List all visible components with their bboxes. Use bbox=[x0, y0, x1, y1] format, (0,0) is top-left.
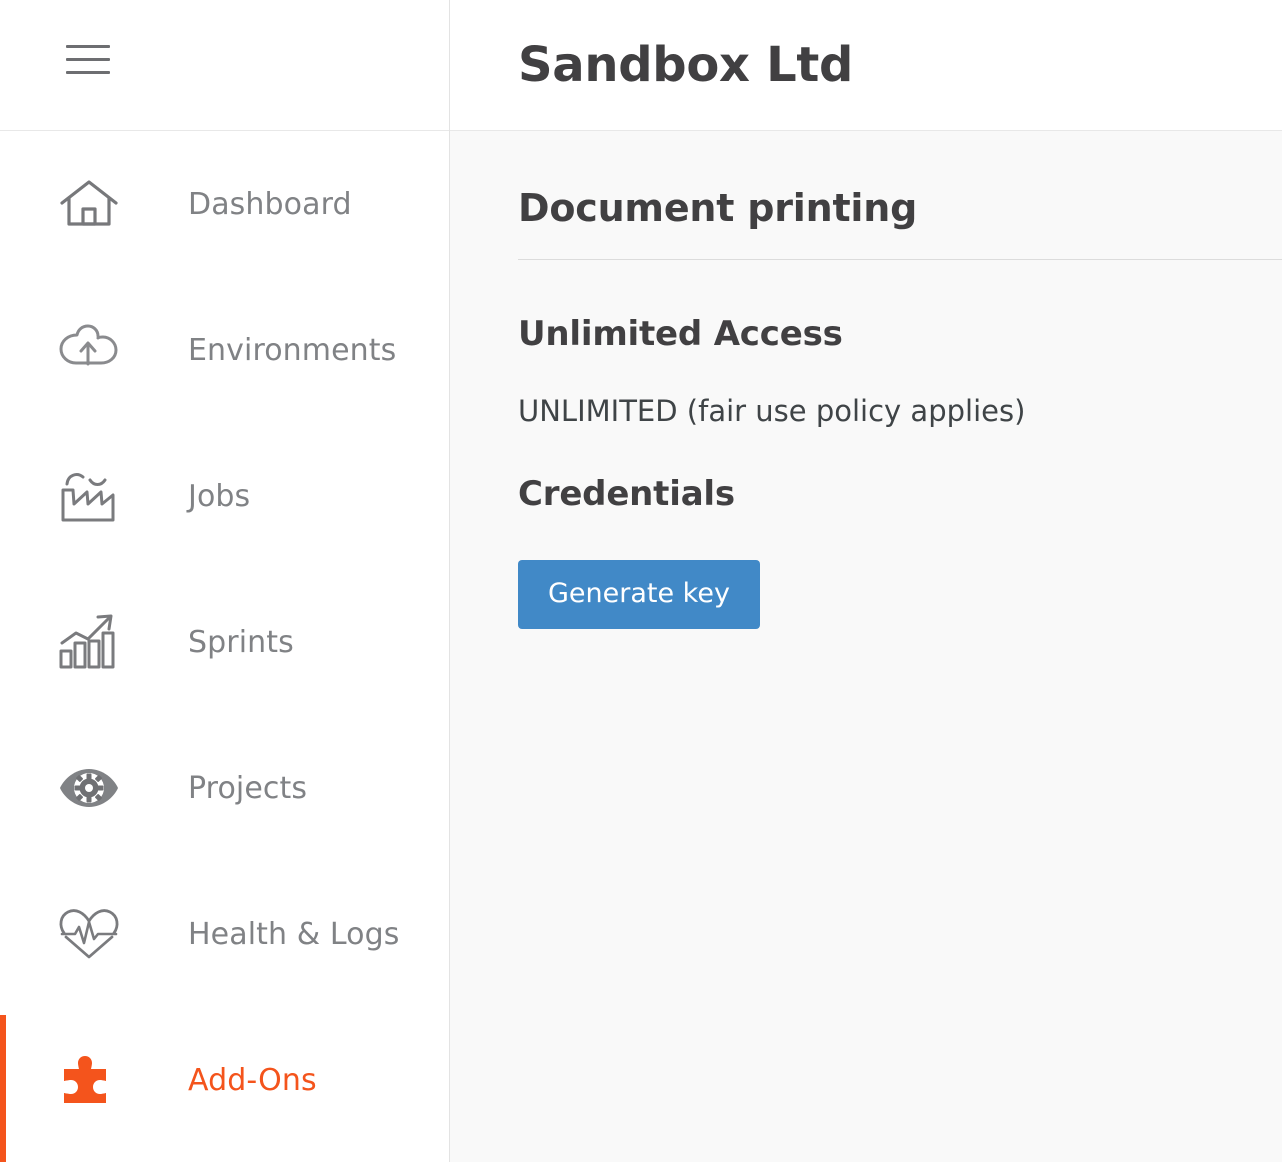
sidebar-nav: Dashboard Environments Jobs Sprints Proj… bbox=[0, 131, 449, 1162]
section-heading-credentials: Credentials bbox=[518, 473, 735, 514]
active-indicator-bar bbox=[0, 1015, 6, 1162]
main-content: Document printing Unlimited Access UNLIM… bbox=[450, 131, 1282, 1162]
main-area: Sandbox Ltd Document printing Unlimited … bbox=[450, 0, 1282, 1162]
app-root: Dashboard Environments Jobs Sprints Proj… bbox=[0, 0, 1282, 1162]
sidebar-item-label: Dashboard bbox=[188, 186, 352, 222]
hamburger-bar-1 bbox=[66, 44, 110, 48]
factory-icon bbox=[57, 464, 121, 528]
sidebar-item-jobs[interactable]: Jobs bbox=[0, 423, 449, 569]
section-text-unlimited-access: UNLIMITED (fair use policy applies) bbox=[518, 393, 1026, 428]
sidebar: Dashboard Environments Jobs Sprints Proj… bbox=[0, 0, 450, 1162]
generate-key-button[interactable]: Generate key bbox=[518, 559, 760, 629]
hamburger-bar-3 bbox=[66, 70, 110, 74]
section-heading-unlimited-access: Unlimited Access bbox=[518, 313, 843, 354]
puzzle-piece-icon bbox=[57, 1048, 121, 1112]
sidebar-item-add-ons[interactable]: Add-Ons bbox=[0, 1007, 449, 1162]
heart-pulse-icon bbox=[57, 902, 121, 966]
sidebar-item-label: Environments bbox=[188, 332, 397, 368]
hamburger-menu-icon[interactable] bbox=[66, 44, 110, 74]
title-divider bbox=[518, 258, 1282, 260]
eye-gear-icon bbox=[57, 756, 121, 820]
brand-title: Sandbox Ltd bbox=[518, 37, 854, 93]
main-header: Sandbox Ltd bbox=[450, 0, 1282, 131]
sidebar-item-dashboard[interactable]: Dashboard bbox=[0, 131, 449, 277]
sidebar-item-sprints[interactable]: Sprints bbox=[0, 569, 449, 715]
home-icon bbox=[57, 172, 121, 236]
sidebar-item-label: Add-Ons bbox=[188, 1062, 317, 1098]
cloud-upload-icon bbox=[57, 318, 121, 382]
sidebar-item-projects[interactable]: Projects bbox=[0, 715, 449, 861]
sidebar-item-label: Jobs bbox=[188, 478, 251, 514]
sidebar-item-label: Sprints bbox=[188, 624, 294, 660]
sidebar-item-label: Health & Logs bbox=[188, 916, 400, 952]
sidebar-header bbox=[0, 0, 449, 131]
sidebar-item-environments[interactable]: Environments bbox=[0, 277, 449, 423]
page-title: Document printing bbox=[518, 186, 918, 230]
bar-chart-up-icon bbox=[57, 610, 121, 674]
sidebar-item-label: Projects bbox=[188, 770, 308, 806]
hamburger-bar-2 bbox=[66, 57, 110, 61]
sidebar-item-health-and-logs[interactable]: Health & Logs bbox=[0, 861, 449, 1007]
